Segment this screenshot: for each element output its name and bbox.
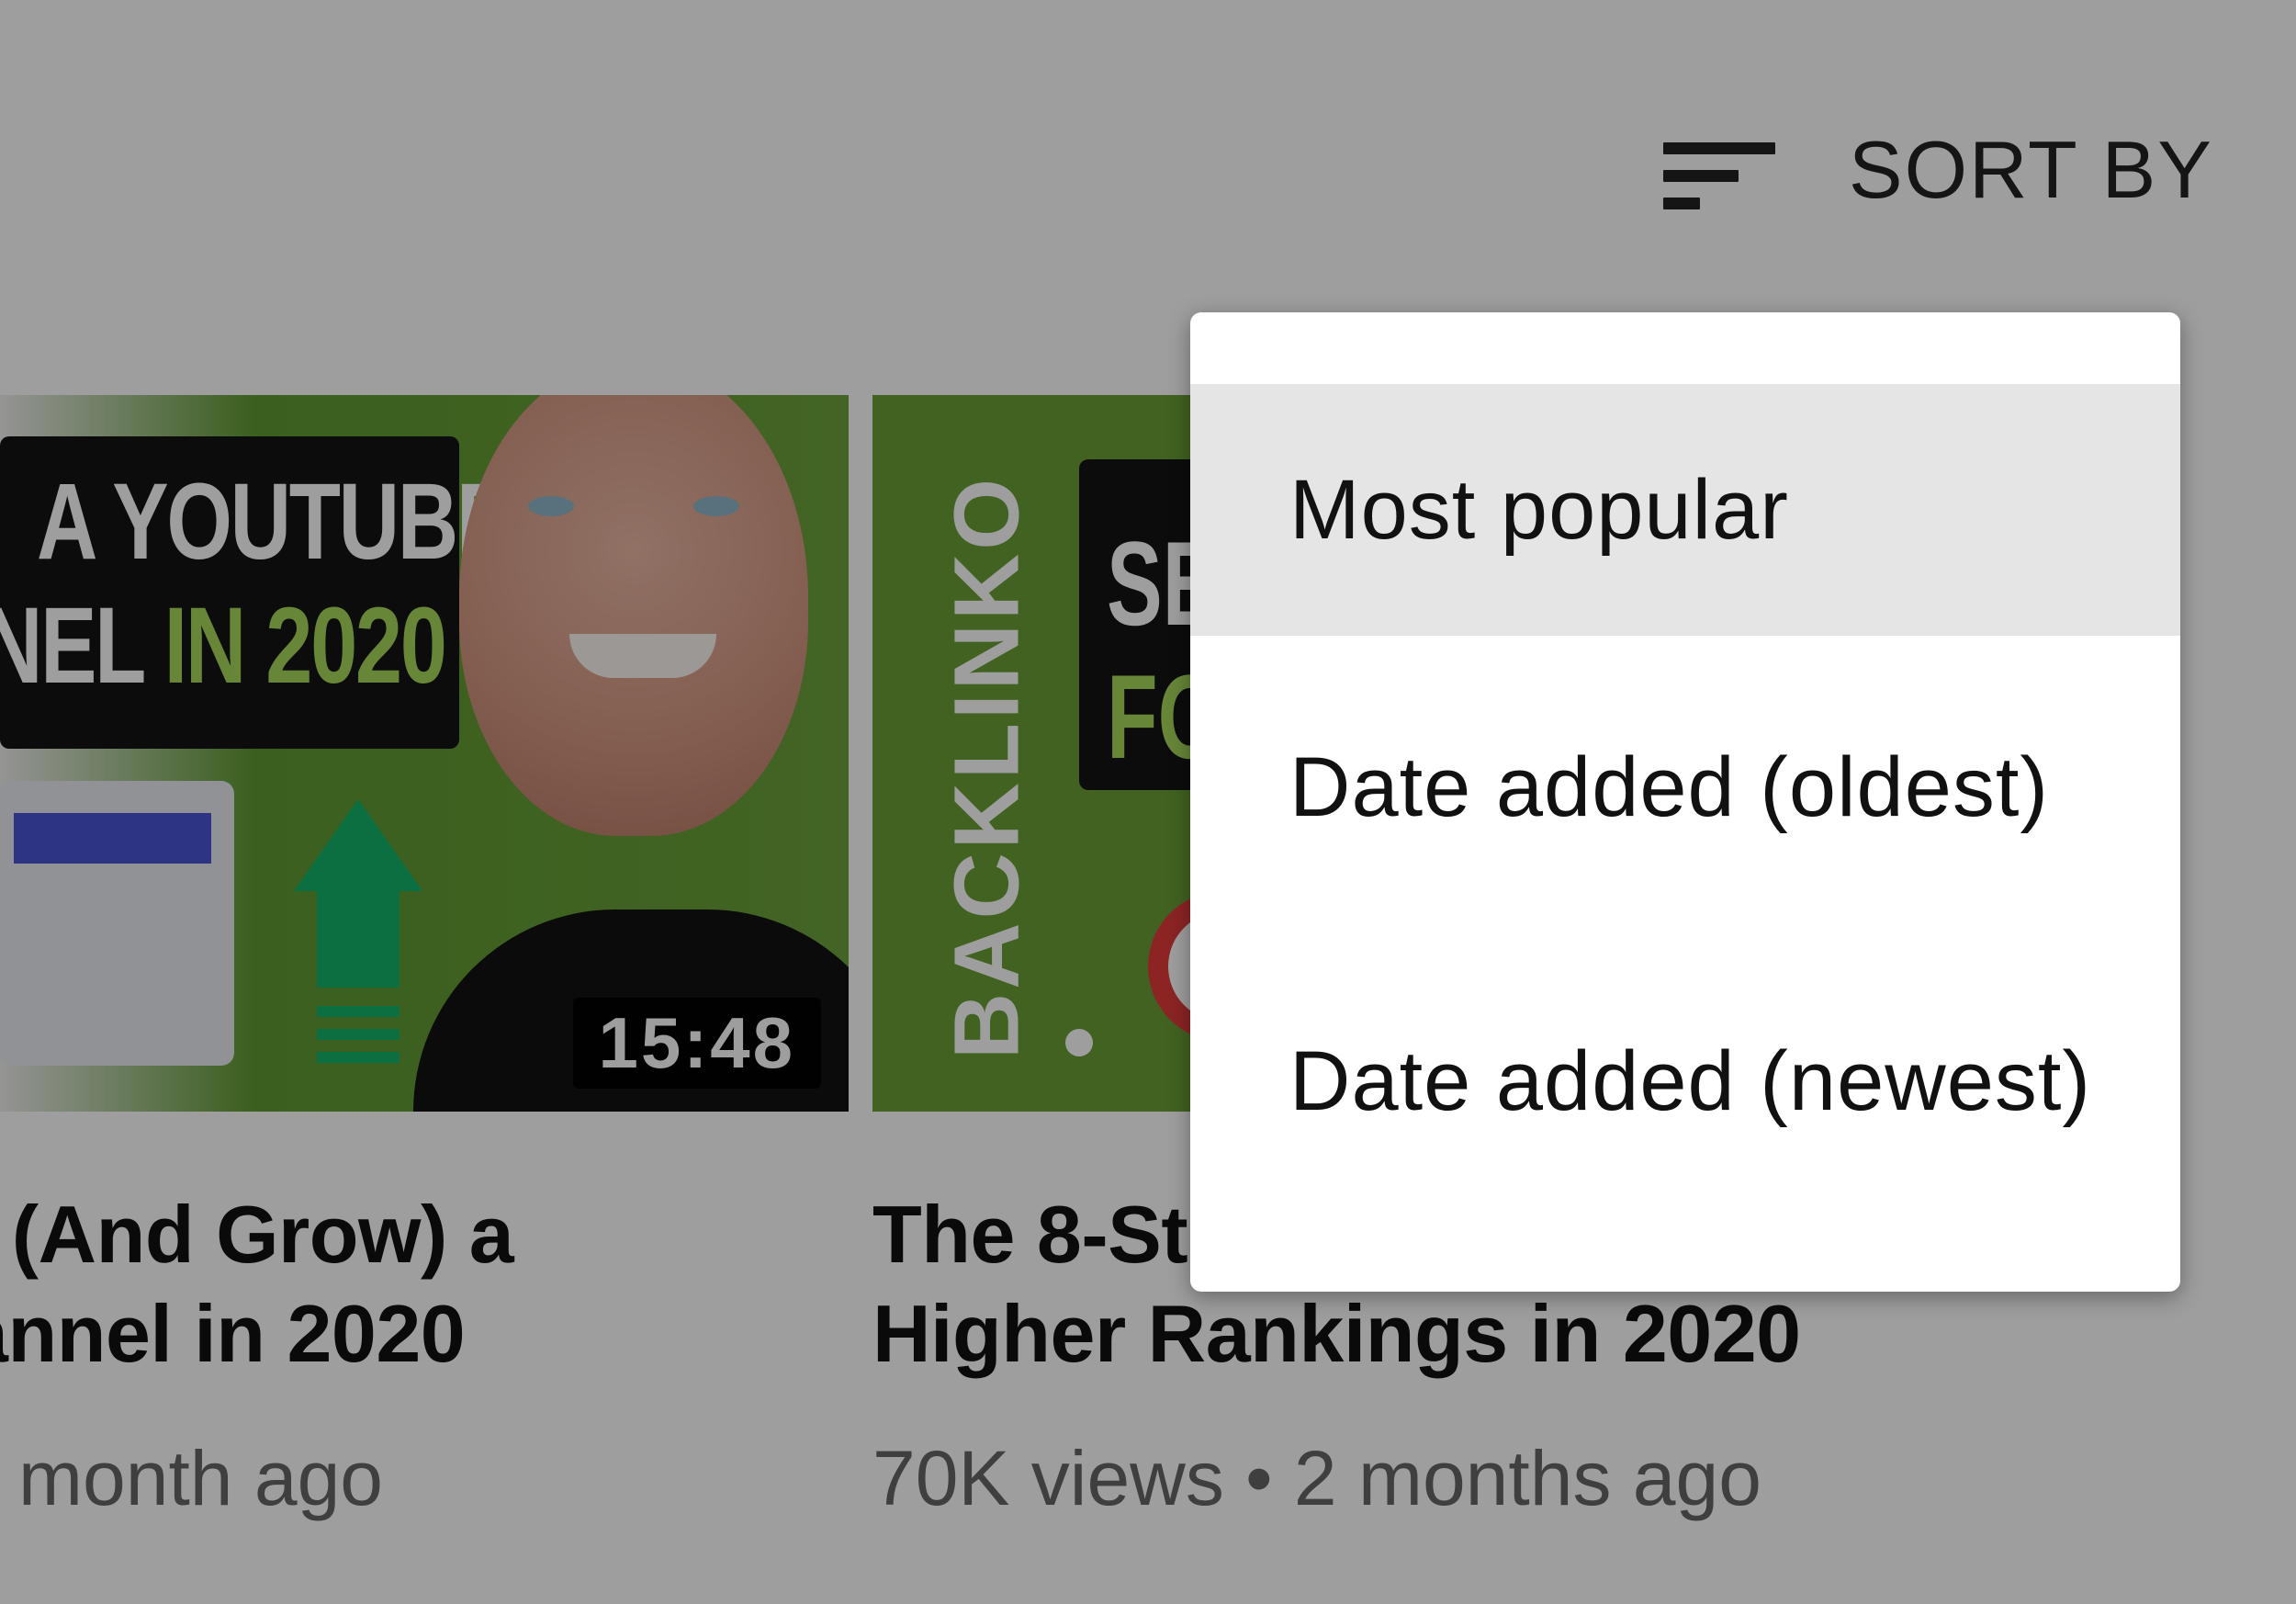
sort-option-date-newest[interactable]: Date added (newest) — [1190, 955, 2180, 1207]
channel-videos-screen: SORT BY A YOUTUBE NEL IN 2020 15:48 — [0, 0, 2296, 1604]
sort-menu: Most popular Date added (oldest) Date ad… — [1190, 312, 2180, 1292]
sort-option-date-oldest[interactable]: Date added (oldest) — [1190, 661, 2180, 913]
sort-option-most-popular[interactable]: Most popular — [1190, 384, 2180, 636]
